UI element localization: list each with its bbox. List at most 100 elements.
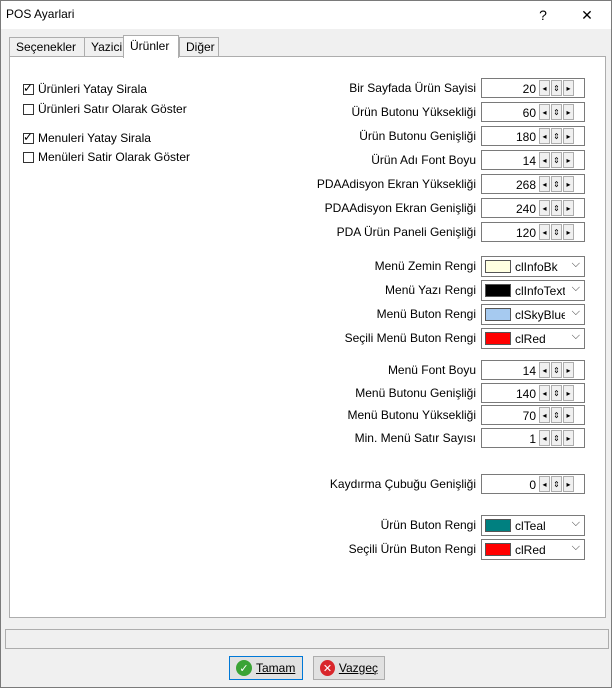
checkbox-box[interactable]: ✓ xyxy=(23,80,34,95)
color-combo[interactable]: clTeal ⌵ xyxy=(481,515,585,536)
chevron-down-icon[interactable]: ⌵ xyxy=(572,330,580,343)
spin-edit[interactable]: 70 ◂ ⇕ ▸ xyxy=(481,405,585,425)
field-urun-sayisi: Bir Sayfada Ürün Sayisi 20 ◂ ⇕ ▸ xyxy=(271,78,586,98)
spin-updown-icon[interactable]: ⇕ xyxy=(551,385,562,401)
field-label: Min. Menü Satır Sayısı xyxy=(354,431,476,445)
checkbox-box[interactable]: ✓ xyxy=(23,130,34,144)
spin-last-icon[interactable]: ▸ xyxy=(563,224,574,240)
spin-edit[interactable]: 140 ◂ ⇕ ▸ xyxy=(481,383,585,403)
color-combo[interactable]: clRed ⌵ xyxy=(481,539,585,560)
spin-edit[interactable]: 20 ◂ ⇕ ▸ xyxy=(481,78,585,98)
spin-last-icon[interactable]: ▸ xyxy=(563,430,574,446)
spin-last-icon[interactable]: ▸ xyxy=(563,176,574,192)
checkbox-menu-satir[interactable]: Menüleri Satir Olarak Göster xyxy=(23,149,190,165)
checkbox-box[interactable] xyxy=(23,151,34,163)
spin-updown-icon[interactable]: ⇕ xyxy=(551,152,562,168)
spin-first-icon[interactable]: ◂ xyxy=(539,407,550,423)
checkbox-urun-yatay[interactable]: ✓ Ürünleri Yatay Sirala xyxy=(23,81,147,97)
close-button[interactable]: ✕ xyxy=(565,3,609,27)
spin-first-icon[interactable]: ◂ xyxy=(539,104,550,120)
field-menu-zemin-rengi: Menü Zemin Rengi clInfoBk ⌵ xyxy=(271,256,586,277)
tab-secenekler[interactable]: Seçenekler xyxy=(9,37,86,56)
field-label: Menü Font Boyu xyxy=(387,363,476,377)
spin-value: 14 xyxy=(522,364,536,378)
field-label: PDAAdisyon Ekran Yüksekliği xyxy=(316,177,476,191)
cancel-icon: ✕ xyxy=(320,660,335,676)
spin-last-icon[interactable]: ▸ xyxy=(563,104,574,120)
spin-first-icon[interactable]: ◂ xyxy=(539,176,550,192)
checkbox-urun-satir[interactable]: Ürünleri Satır Olarak Göster xyxy=(23,101,187,117)
spin-first-icon[interactable]: ◂ xyxy=(539,152,550,168)
spin-last-icon[interactable]: ▸ xyxy=(563,362,574,378)
spin-last-icon[interactable]: ▸ xyxy=(563,407,574,423)
spin-updown-icon[interactable]: ⇕ xyxy=(551,407,562,423)
spin-updown-icon[interactable]: ⇕ xyxy=(551,362,562,378)
spin-first-icon[interactable]: ◂ xyxy=(539,385,550,401)
spin-updown-icon[interactable]: ⇕ xyxy=(551,176,562,192)
spin-last-icon[interactable]: ▸ xyxy=(563,80,574,96)
chevron-down-icon[interactable]: ⌵ xyxy=(572,541,580,554)
field-label: Kaydırma Çubuğu Genişliği xyxy=(329,477,476,491)
ok-button[interactable]: ✓ Tamam xyxy=(229,656,303,680)
color-combo[interactable]: clInfoText ⌵ xyxy=(481,280,585,301)
color-combo[interactable]: clRed ⌵ xyxy=(481,328,585,349)
field-urun-buton-genisligi: Ürün Butonu Genişliği 180 ◂ ⇕ ▸ xyxy=(271,126,586,146)
spin-edit[interactable]: 60 ◂ ⇕ ▸ xyxy=(481,102,585,122)
status-bar xyxy=(5,629,609,649)
spin-edit[interactable]: 1 ◂ ⇕ ▸ xyxy=(481,428,585,448)
spin-first-icon[interactable]: ◂ xyxy=(539,128,550,144)
field-label: Ürün Butonu Yüksekliği xyxy=(351,105,476,119)
color-combo[interactable]: clInfoBk ⌵ xyxy=(481,256,585,277)
spin-last-icon[interactable]: ▸ xyxy=(563,200,574,216)
spin-edit[interactable]: 120 ◂ ⇕ ▸ xyxy=(481,222,585,242)
spin-first-icon[interactable]: ◂ xyxy=(539,362,550,378)
spin-last-icon[interactable]: ▸ xyxy=(563,476,574,492)
tab-diger[interactable]: Diğer xyxy=(179,37,219,56)
field-menu-buton-rengi: Menü Buton Rengi clSkyBlue ⌵ xyxy=(271,304,586,325)
help-button[interactable]: ? xyxy=(521,3,565,27)
field-menu-yazi-rengi: Menü Yazı Rengi clInfoText ⌵ xyxy=(271,280,586,301)
spin-first-icon[interactable]: ◂ xyxy=(539,430,550,446)
spin-updown-icon[interactable]: ⇕ xyxy=(551,200,562,216)
field-urun-buton-rengi: Ürün Buton Rengi clTeal ⌵ xyxy=(271,515,586,536)
field-pda-ekran-yuksekligi: PDAAdisyon Ekran Yüksekliği 268 ◂ ⇕ ▸ xyxy=(271,174,586,194)
cancel-button[interactable]: ✕ Vazgeç xyxy=(313,656,385,680)
spin-updown-icon[interactable]: ⇕ xyxy=(551,104,562,120)
spin-edit[interactable]: 240 ◂ ⇕ ▸ xyxy=(481,198,585,218)
window-title: POS Ayarlari xyxy=(6,7,75,21)
spin-edit[interactable]: 0 ◂ ⇕ ▸ xyxy=(481,474,585,494)
chevron-down-icon[interactable]: ⌵ xyxy=(572,517,580,530)
spin-value: 20 xyxy=(522,82,536,96)
spin-updown-icon[interactable]: ⇕ xyxy=(551,80,562,96)
spin-value: 0 xyxy=(529,478,536,492)
spin-first-icon[interactable]: ◂ xyxy=(539,224,550,240)
spin-edit[interactable]: 14 ◂ ⇕ ▸ xyxy=(481,150,585,170)
chevron-down-icon[interactable]: ⌵ xyxy=(572,306,580,319)
color-name: clRed xyxy=(515,543,546,557)
spin-edit[interactable]: 268 ◂ ⇕ ▸ xyxy=(481,174,585,194)
spin-updown-icon[interactable]: ⇕ xyxy=(551,224,562,240)
color-swatch xyxy=(485,332,511,345)
spin-first-icon[interactable]: ◂ xyxy=(539,200,550,216)
spin-last-icon[interactable]: ▸ xyxy=(563,385,574,401)
color-combo[interactable]: clSkyBlue ⌵ xyxy=(481,304,585,325)
spin-last-icon[interactable]: ▸ xyxy=(563,128,574,144)
checkmark-icon: ✓ xyxy=(23,80,34,95)
spin-value: 120 xyxy=(515,226,536,240)
spin-first-icon[interactable]: ◂ xyxy=(539,80,550,96)
checkbox-box[interactable] xyxy=(23,103,34,115)
spin-edit[interactable]: 14 ◂ ⇕ ▸ xyxy=(481,360,585,380)
chevron-down-icon[interactable]: ⌵ xyxy=(572,258,580,271)
spin-updown-icon[interactable]: ⇕ xyxy=(551,430,562,446)
spin-last-icon[interactable]: ▸ xyxy=(563,152,574,168)
spin-first-icon[interactable]: ◂ xyxy=(539,476,550,492)
tab-urunler[interactable]: Ürünler xyxy=(123,35,179,58)
spin-updown-icon[interactable]: ⇕ xyxy=(551,476,562,492)
pos-settings-window: POS Ayarlari ? ✕ Seçenekler Yazici Ürünl… xyxy=(0,0,612,688)
tab-yazici[interactable]: Yazici xyxy=(84,37,126,56)
spin-edit[interactable]: 180 ◂ ⇕ ▸ xyxy=(481,126,585,146)
field-label: Ürün Buton Rengi xyxy=(380,518,476,532)
chevron-down-icon[interactable]: ⌵ xyxy=(572,282,580,295)
spin-updown-icon[interactable]: ⇕ xyxy=(551,128,562,144)
checkbox-menu-yatay[interactable]: ✓ Menuleri Yatay Sirala xyxy=(23,130,151,146)
